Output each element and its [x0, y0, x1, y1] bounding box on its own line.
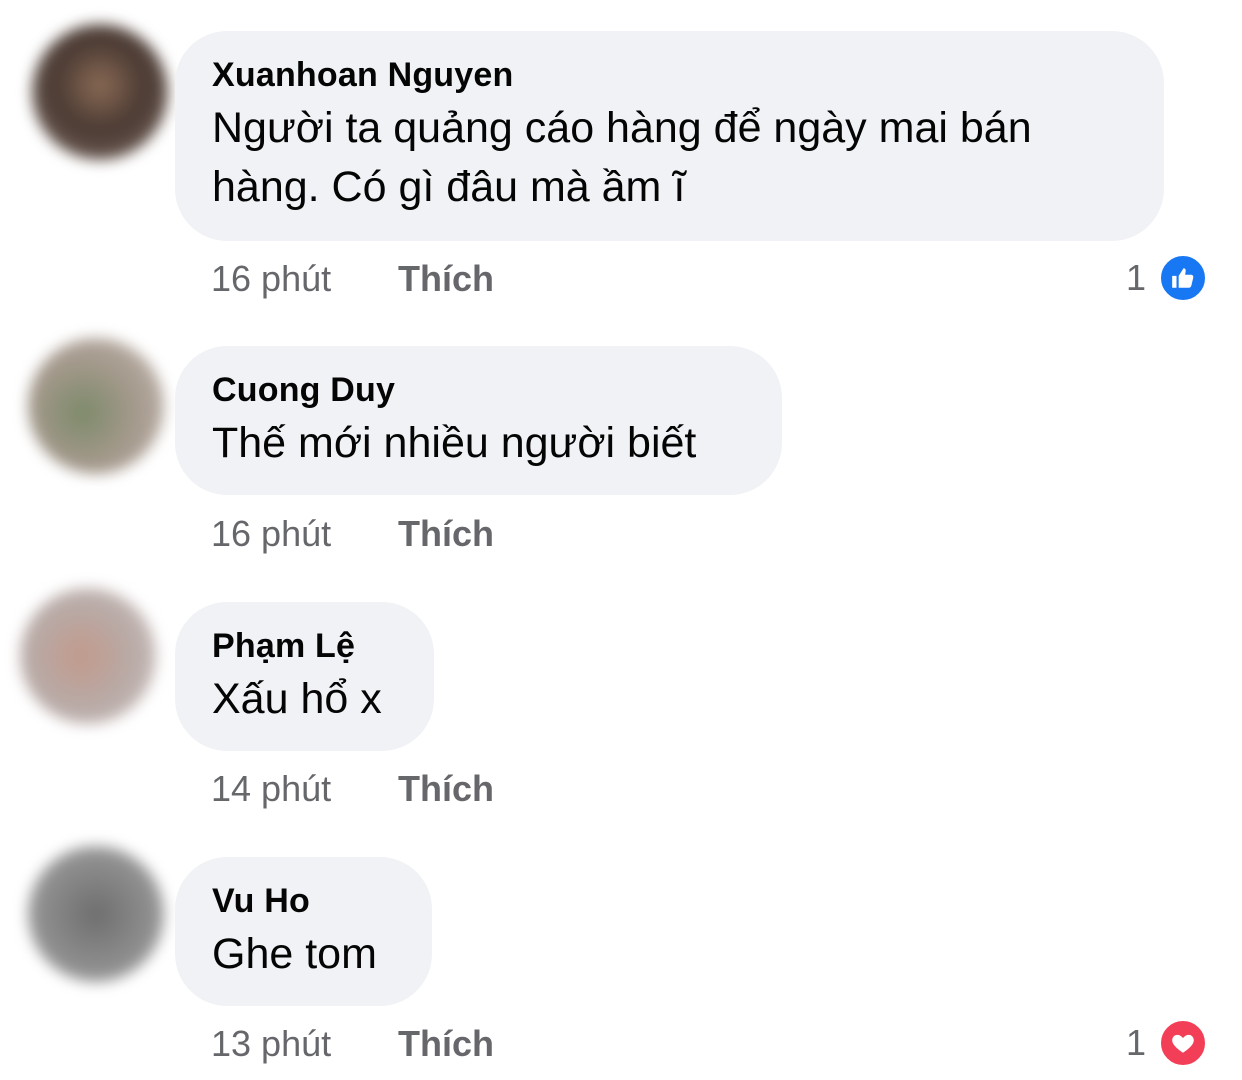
reaction-count: 1: [1125, 1022, 1146, 1063]
avatar[interactable]: [28, 846, 164, 982]
like-button[interactable]: Thích: [398, 1022, 494, 1066]
comment-author[interactable]: Vu Ho: [212, 879, 394, 923]
reaction-summary[interactable]: 1: [1126, 1017, 1208, 1069]
comment-text: Ghe tom: [212, 930, 377, 978]
comment-bubble: Vu Ho Ghe tom: [175, 857, 432, 1006]
comment-timestamp[interactable]: 13 phút: [211, 1022, 331, 1066]
comment: Vu Ho Ghe tom 13 phút Thích 1: [0, 0, 1242, 1080]
love-icon: [1158, 1018, 1208, 1068]
